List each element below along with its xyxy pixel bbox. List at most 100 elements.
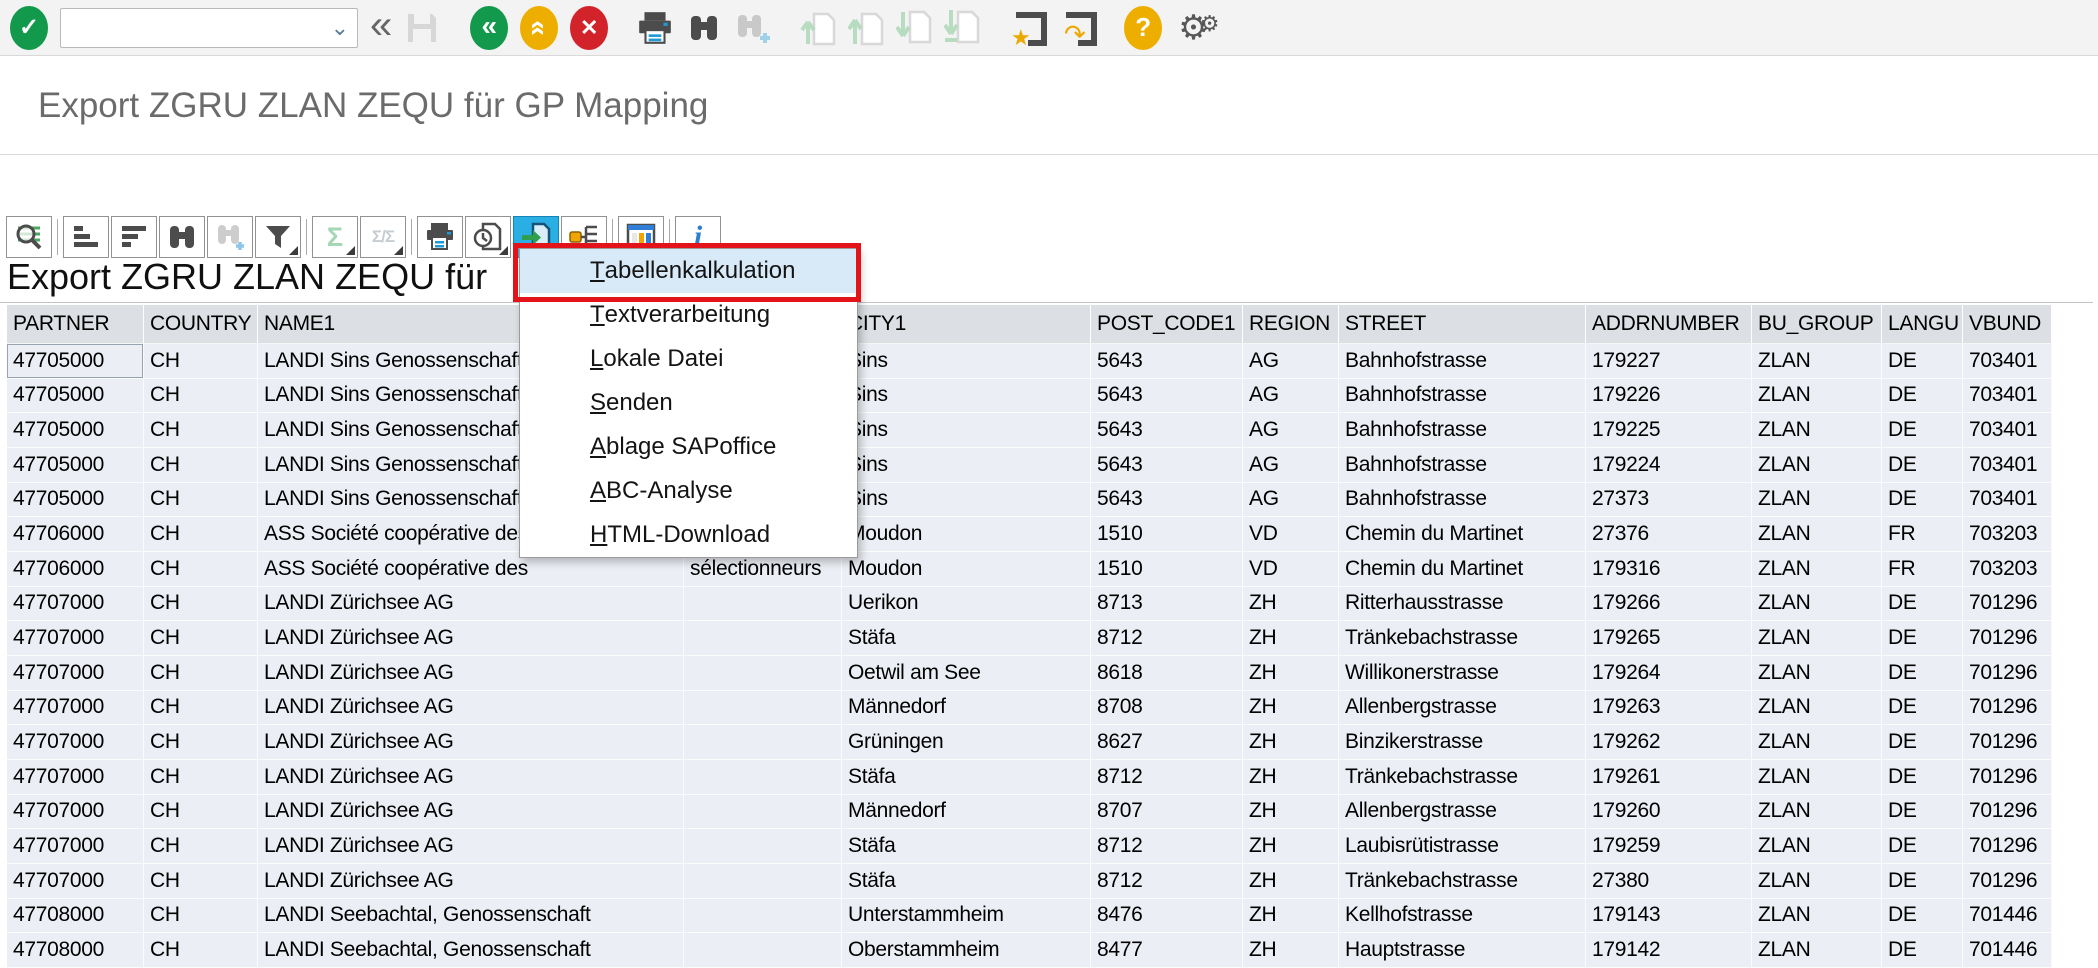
print-preview-button[interactable]	[465, 216, 511, 258]
table-cell[interactable]: 701296	[1963, 656, 2052, 691]
table-cell[interactable]: DE	[1882, 691, 1963, 726]
table-cell[interactable]: LANDI Zürichsee AG	[258, 829, 684, 864]
table-cell[interactable]: 179263	[1586, 691, 1752, 726]
subtotal-button[interactable]: Σ/Σ	[360, 216, 406, 258]
table-cell[interactable]: 5643	[1091, 379, 1243, 414]
back-button[interactable]: «	[470, 6, 508, 50]
table-cell[interactable]: 703401	[1963, 344, 2052, 379]
cancel-button[interactable]: ✕	[570, 6, 608, 50]
table-cell[interactable]: 8712	[1091, 829, 1243, 864]
table-cell[interactable]: 701296	[1963, 760, 2052, 795]
table-cell[interactable]: Chemin du Martinet	[1339, 517, 1586, 552]
table-cell[interactable]: CH	[144, 621, 258, 656]
table-cell[interactable]: Bahnhofstrasse	[1339, 344, 1586, 379]
table-cell[interactable]: ZLAN	[1752, 656, 1882, 691]
table-cell[interactable]: Bahnhofstrasse	[1339, 379, 1586, 414]
table-cell[interactable]: 179259	[1586, 829, 1752, 864]
table-cell[interactable]: DE	[1882, 344, 1963, 379]
table-cell[interactable]: CH	[144, 448, 258, 483]
table-cell[interactable]: CH	[144, 379, 258, 414]
filter-button[interactable]	[255, 216, 301, 258]
table-cell[interactable]: ZLAN	[1752, 899, 1882, 934]
table-cell[interactable]: CH	[144, 760, 258, 795]
table-cell[interactable]: Tränkebachstrasse	[1339, 760, 1586, 795]
table-cell[interactable]: 703401	[1963, 483, 2052, 518]
menu-item-textverarbeitung[interactable]: Textverarbeitung	[520, 293, 857, 337]
table-cell[interactable]: AG	[1243, 413, 1339, 448]
table-cell[interactable]: ZLAN	[1752, 587, 1882, 622]
table-cell[interactable]: 47705000	[7, 344, 144, 379]
table-cell[interactable]: DE	[1882, 760, 1963, 795]
table-cell[interactable]: 5643	[1091, 413, 1243, 448]
table-cell[interactable]: 701296	[1963, 621, 2052, 656]
table-cell[interactable]: CH	[144, 864, 258, 899]
table-cell[interactable]: Moudon	[842, 517, 1091, 552]
table-cell[interactable]: Tränkebachstrasse	[1339, 864, 1586, 899]
column-header-addrnumber[interactable]: ADDRNUMBER	[1586, 305, 1752, 344]
settings-button[interactable]: ⚙⚙	[1178, 11, 1219, 45]
table-cell[interactable]: 27373	[1586, 483, 1752, 518]
table-cell[interactable]: Männedorf	[842, 795, 1091, 830]
table-cell[interactable]: LANDI Zürichsee AG	[258, 725, 684, 760]
table-cell[interactable]: DE	[1882, 899, 1963, 934]
table-cell[interactable]: Sins	[842, 379, 1091, 414]
table-cell[interactable]	[684, 691, 842, 726]
table-cell[interactable]: 47707000	[7, 587, 144, 622]
table-cell[interactable]	[684, 656, 842, 691]
table-cell[interactable]: CH	[144, 691, 258, 726]
table-cell[interactable]: CH	[144, 344, 258, 379]
table-cell[interactable]: VD	[1243, 552, 1339, 587]
table-cell[interactable]: Uerikon	[842, 587, 1091, 622]
table-cell[interactable]	[684, 760, 842, 795]
table-cell[interactable]: 47706000	[7, 552, 144, 587]
table-cell[interactable]: LANDI Zürichsee AG	[258, 587, 684, 622]
table-cell[interactable]: ZLAN	[1752, 413, 1882, 448]
table-cell[interactable]: 47707000	[7, 864, 144, 899]
table-cell[interactable]: LANDI Zürichsee AG	[258, 795, 684, 830]
table-cell[interactable]: Sins	[842, 413, 1091, 448]
table-cell[interactable]: 179262	[1586, 725, 1752, 760]
table-cell[interactable]	[684, 933, 842, 968]
table-cell[interactable]: 5643	[1091, 344, 1243, 379]
table-cell[interactable]: DE	[1882, 656, 1963, 691]
table-cell[interactable]: 47705000	[7, 448, 144, 483]
table-cell[interactable]: 5643	[1091, 448, 1243, 483]
table-cell[interactable]: 47707000	[7, 691, 144, 726]
table-cell[interactable]: Chemin du Martinet	[1339, 552, 1586, 587]
table-cell[interactable]: DE	[1882, 864, 1963, 899]
table-cell[interactable]: 701296	[1963, 691, 2052, 726]
table-cell[interactable]: 179224	[1586, 448, 1752, 483]
table-cell[interactable]: 47705000	[7, 413, 144, 448]
table-cell[interactable]: ZLAN	[1752, 933, 1882, 968]
table-cell[interactable]: DE	[1882, 829, 1963, 864]
table-cell[interactable]: ZH	[1243, 899, 1339, 934]
table-cell[interactable]: 47707000	[7, 621, 144, 656]
table-cell[interactable]: Allenbergstrasse	[1339, 795, 1586, 830]
column-header-partner[interactable]: PARTNER	[7, 305, 144, 344]
table-cell[interactable]: ZLAN	[1752, 725, 1882, 760]
table-cell[interactable]	[684, 587, 842, 622]
create-shortcut-button[interactable]: ↷	[1060, 9, 1098, 47]
table-cell[interactable]: ZLAN	[1752, 760, 1882, 795]
table-cell[interactable]: Stäfa	[842, 864, 1091, 899]
table-cell[interactable]: 47706000	[7, 517, 144, 552]
column-header-street[interactable]: STREET	[1339, 305, 1586, 344]
table-cell[interactable]: CH	[144, 413, 258, 448]
command-input[interactable]	[54, 9, 331, 47]
table-cell[interactable]: 179227	[1586, 344, 1752, 379]
table-cell[interactable]: 179142	[1586, 933, 1752, 968]
sort-descending-button[interactable]	[111, 216, 157, 258]
table-cell[interactable]: Grüningen	[842, 725, 1091, 760]
table-cell[interactable]: 179264	[1586, 656, 1752, 691]
menu-item-tabellenkalkulation[interactable]: Tabellenkalkulation	[520, 249, 857, 293]
table-cell[interactable]: AG	[1243, 344, 1339, 379]
table-cell[interactable]: ZLAN	[1752, 448, 1882, 483]
table-cell[interactable]: CH	[144, 899, 258, 934]
table-cell[interactable]: DE	[1882, 413, 1963, 448]
table-cell[interactable]: ZLAN	[1752, 691, 1882, 726]
column-header-region[interactable]: REGION	[1243, 305, 1339, 344]
table-cell[interactable]: 8477	[1091, 933, 1243, 968]
table-cell[interactable]: Tränkebachstrasse	[1339, 621, 1586, 656]
command-field[interactable]: ⌄	[60, 8, 358, 48]
table-cell[interactable]: LANDI Zürichsee AG	[258, 760, 684, 795]
